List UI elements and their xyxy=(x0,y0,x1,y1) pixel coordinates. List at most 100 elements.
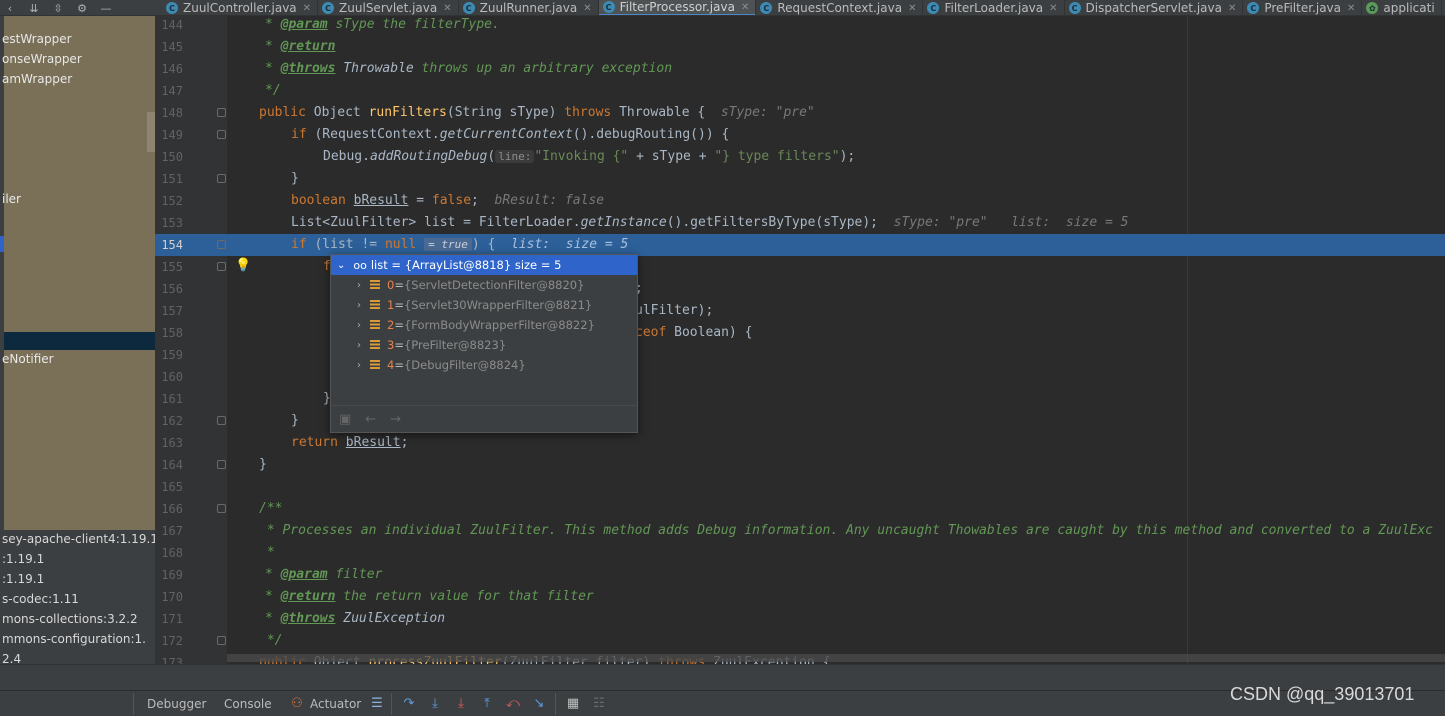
fold-icon[interactable] xyxy=(217,262,226,271)
fold-icon[interactable] xyxy=(217,416,226,425)
tree-item[interactable]: amWrapper xyxy=(2,72,72,86)
tab-prefilter[interactable]: C PreFilter.java ✕ xyxy=(1243,0,1363,15)
element-index: 0 xyxy=(387,278,395,292)
code-line-170[interactable]: 170 * @return the return value for that f… xyxy=(155,586,1445,608)
close-icon[interactable]: ✕ xyxy=(583,3,591,14)
chevron-right-icon[interactable]: › xyxy=(357,280,361,291)
tree-item[interactable]: estWrapper xyxy=(2,32,72,46)
code-line-148[interactable]: 148 public Object runFilters(String sType… xyxy=(155,102,1445,124)
fold-icon[interactable] xyxy=(217,108,226,117)
list-element-row[interactable]: › 2 = {FormBodyWrapperFilter@8822} xyxy=(331,315,637,335)
popup-header-row[interactable]: ⌄ oo list = {ArrayList@8818} size = 5 xyxy=(331,255,637,275)
close-icon[interactable]: ✕ xyxy=(1228,3,1236,14)
chevron-right-icon[interactable]: › xyxy=(357,320,361,331)
pin-to-top-icon[interactable]: ▣ xyxy=(339,412,351,427)
list-element-row[interactable]: › 4 = {DebugFilter@8824} xyxy=(331,355,637,375)
tab-application[interactable]: ✿ applicati xyxy=(1362,0,1442,15)
editor-horizontal-scrollbar[interactable] xyxy=(227,654,1445,662)
tab-dispatcherservlet[interactable]: C DispatcherServlet.java ✕ xyxy=(1065,0,1244,15)
library-item[interactable]: :1.19.1 xyxy=(2,552,44,566)
library-item[interactable]: :1.19.1 xyxy=(2,572,44,586)
code-line-147[interactable]: 147 */ xyxy=(155,80,1445,102)
debug-value-popup[interactable]: ⌄ oo list = {ArrayList@8818} size = 5 › 0… xyxy=(330,254,638,433)
minimize-icon[interactable]: — xyxy=(99,2,113,15)
library-item[interactable]: mons-collections:3.2.2 xyxy=(2,612,138,626)
close-icon[interactable]: ✕ xyxy=(1049,3,1057,14)
back-arrow-icon[interactable]: ← xyxy=(365,412,376,427)
run-to-cursor-icon[interactable]: ↘ xyxy=(531,697,547,711)
code-line-164[interactable]: 164} xyxy=(155,454,1445,476)
drop-frame-icon[interactable]: ⤺ xyxy=(505,697,521,711)
close-icon[interactable]: ✕ xyxy=(303,3,311,14)
tab-filterprocessor[interactable]: C FilterProcessor.java ✕ xyxy=(598,0,757,15)
comment-text: */ xyxy=(265,83,281,98)
library-item[interactable]: s-codec:1.11 xyxy=(2,592,79,606)
tab-zuulcontroller[interactable]: C ZuulController.java ✕ xyxy=(162,0,319,15)
code-line-153[interactable]: 153 List<ZuulFilter> list = FilterLoader.… xyxy=(155,212,1445,234)
lightbulb-icon[interactable]: 💡 xyxy=(235,259,251,273)
step-into-icon[interactable]: ⤓ xyxy=(427,697,443,711)
fold-icon[interactable] xyxy=(217,240,226,249)
code-text: ; xyxy=(471,193,479,208)
chevron-right-icon[interactable]: › xyxy=(357,300,361,311)
fold-icon[interactable] xyxy=(217,504,226,513)
tab-actuator[interactable]: Actuator xyxy=(310,691,361,716)
trace-stream-icon[interactable]: ☷ xyxy=(591,697,607,711)
tab-filterloader[interactable]: C FilterLoader.java ✕ xyxy=(923,0,1065,15)
expand-all-icon[interactable]: ⇳ xyxy=(51,2,65,15)
list-element-row[interactable]: › 3 = {PreFilter@8823} xyxy=(331,335,637,355)
code-line-145[interactable]: 145 * @return xyxy=(155,36,1445,58)
arrow-left-icon[interactable]: ‹ xyxy=(3,2,17,15)
chevron-right-icon[interactable]: › xyxy=(357,360,361,371)
code-line-149[interactable]: 149 if (RequestContext.getCurrentContext(… xyxy=(155,124,1445,146)
force-step-into-icon[interactable]: ⤓ xyxy=(453,697,469,711)
code-line-150[interactable]: 150 Debug.addRoutingDebug(line: "Invoking … xyxy=(155,146,1445,168)
tab-debugger[interactable]: Debugger xyxy=(147,691,206,716)
tab-zuulrunner[interactable]: C ZuulRunner.java ✕ xyxy=(459,0,599,15)
tab-requestcontext[interactable]: C RequestContext.java ✕ xyxy=(756,0,924,15)
close-icon[interactable]: ✕ xyxy=(1347,3,1355,14)
close-icon[interactable]: ✕ xyxy=(741,2,749,13)
project-scrollbar[interactable] xyxy=(147,112,155,152)
chevron-right-icon[interactable]: › xyxy=(357,340,361,351)
code-line-144[interactable]: 144 * @param sType the filterType. xyxy=(155,16,1445,36)
code-line-152[interactable]: 152 boolean bResult = false; bResult: fal… xyxy=(155,190,1445,212)
code-line-163[interactable]: 163 return bResult; xyxy=(155,432,1445,454)
code-line-154-execution-point[interactable]: 154 if (list != null = true) { list: size… xyxy=(155,234,1445,256)
static-call: getInstance xyxy=(580,215,667,230)
selected-tree-row[interactable] xyxy=(4,332,155,350)
code-line-146[interactable]: 146 * @throws Throwable throws up an arbi… xyxy=(155,58,1445,80)
code-line-151[interactable]: 151} xyxy=(155,168,1445,190)
tree-item[interactable]: onseWrapper xyxy=(2,52,82,66)
close-icon[interactable]: ✕ xyxy=(443,3,451,14)
evaluate-expression-icon[interactable]: ▦ xyxy=(565,697,581,711)
code-line-168[interactable]: 168 * xyxy=(155,542,1445,564)
step-over-icon[interactable]: ↷ xyxy=(401,697,417,711)
library-item[interactable]: 2.4 xyxy=(2,652,21,664)
tree-item[interactable]: eNotifier xyxy=(2,352,54,366)
frames-list-icon[interactable]: ☰ xyxy=(369,697,385,711)
code-line-172[interactable]: 172 */ xyxy=(155,630,1445,652)
forward-arrow-icon[interactable]: → xyxy=(390,412,401,427)
collapse-all-icon[interactable]: ⇊ xyxy=(27,2,41,15)
list-element-row[interactable]: › 1 = {Servlet30WrapperFilter@8821} xyxy=(331,295,637,315)
tab-console[interactable]: Console xyxy=(224,691,272,716)
close-icon[interactable]: ✕ xyxy=(908,3,916,14)
list-element-row[interactable]: › 0 = {ServletDetectionFilter@8820} xyxy=(331,275,637,295)
chevron-down-icon[interactable]: ⌄ xyxy=(337,260,345,271)
gear-icon[interactable]: ⚙ xyxy=(75,2,89,15)
fold-icon[interactable] xyxy=(217,130,226,139)
tree-item[interactable]: iler xyxy=(2,192,21,206)
code-line-169[interactable]: 169 * @param filter xyxy=(155,564,1445,586)
code-line-167[interactable]: 167 * Processes an individual ZuulFilter… xyxy=(155,520,1445,542)
step-out-icon[interactable]: ⤒ xyxy=(479,697,495,711)
library-item[interactable]: mmons-configuration:1. xyxy=(2,632,146,646)
code-line-165[interactable]: 165 xyxy=(155,476,1445,498)
code-line-166[interactable]: 166 /** xyxy=(155,498,1445,520)
code-line-171[interactable]: 171 * @throws ZuulException xyxy=(155,608,1445,630)
fold-icon[interactable] xyxy=(217,636,226,645)
fold-icon[interactable] xyxy=(217,174,226,183)
fold-icon[interactable] xyxy=(217,460,226,469)
tab-zuulservlet[interactable]: C ZuulServlet.java ✕ xyxy=(318,0,459,15)
library-item[interactable]: sey-apache-client4:1.19.1 xyxy=(2,532,155,546)
